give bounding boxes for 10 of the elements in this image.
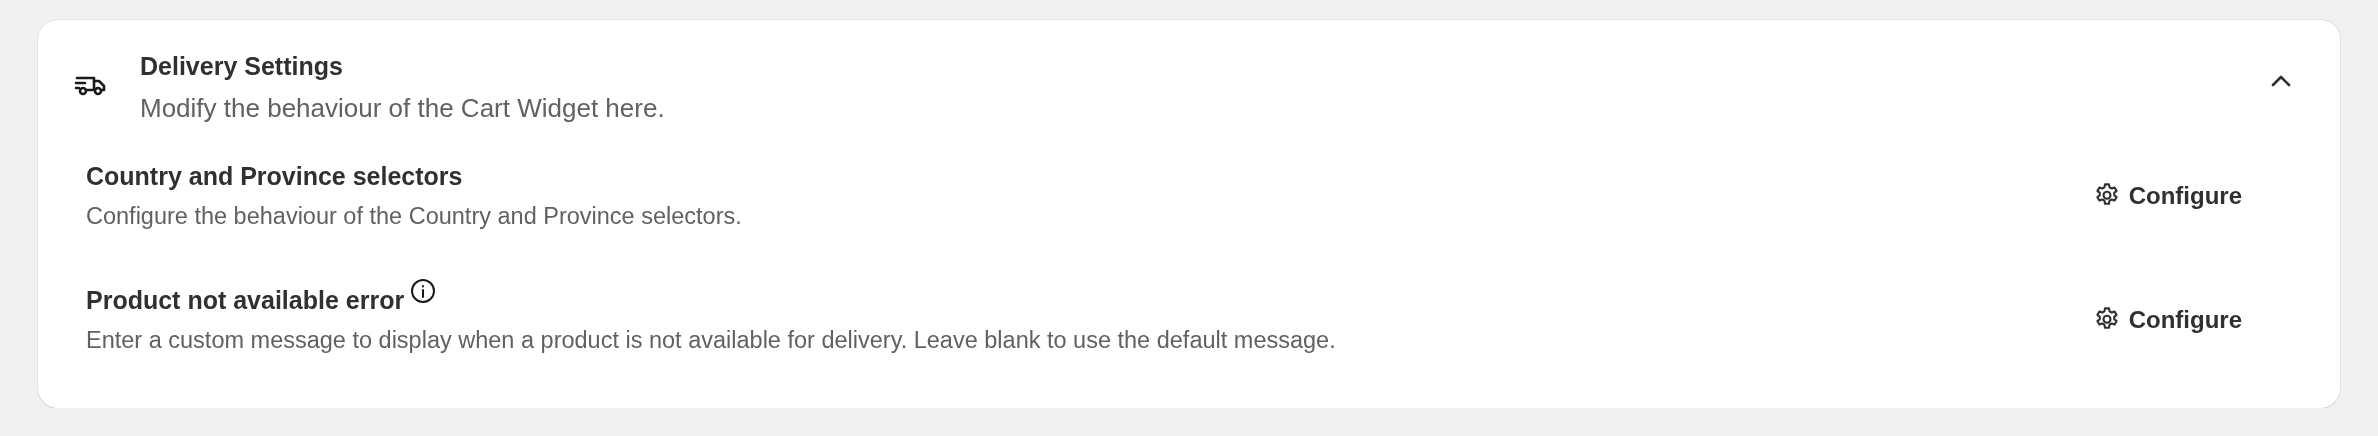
info-icon[interactable] xyxy=(410,278,437,304)
setting-description: Configure the behaviour of the Country and Province selectors. xyxy=(86,203,742,230)
setting-title: Country and Province selectors xyxy=(86,162,463,191)
configure-button[interactable]: Configure xyxy=(2086,178,2248,214)
section-subtitle: Modify the behaviour of the Cart Widget here. xyxy=(140,93,665,124)
section-title: Delivery Settings xyxy=(140,52,343,81)
configure-button[interactable]: Configure xyxy=(2086,302,2248,338)
setting-title: Product not available error xyxy=(86,286,405,315)
setting-description: Enter a custom message to display when a product is not available for delivery. Leave blank to use the default message. xyxy=(86,327,1336,354)
chevron-up-icon xyxy=(2270,74,2292,88)
